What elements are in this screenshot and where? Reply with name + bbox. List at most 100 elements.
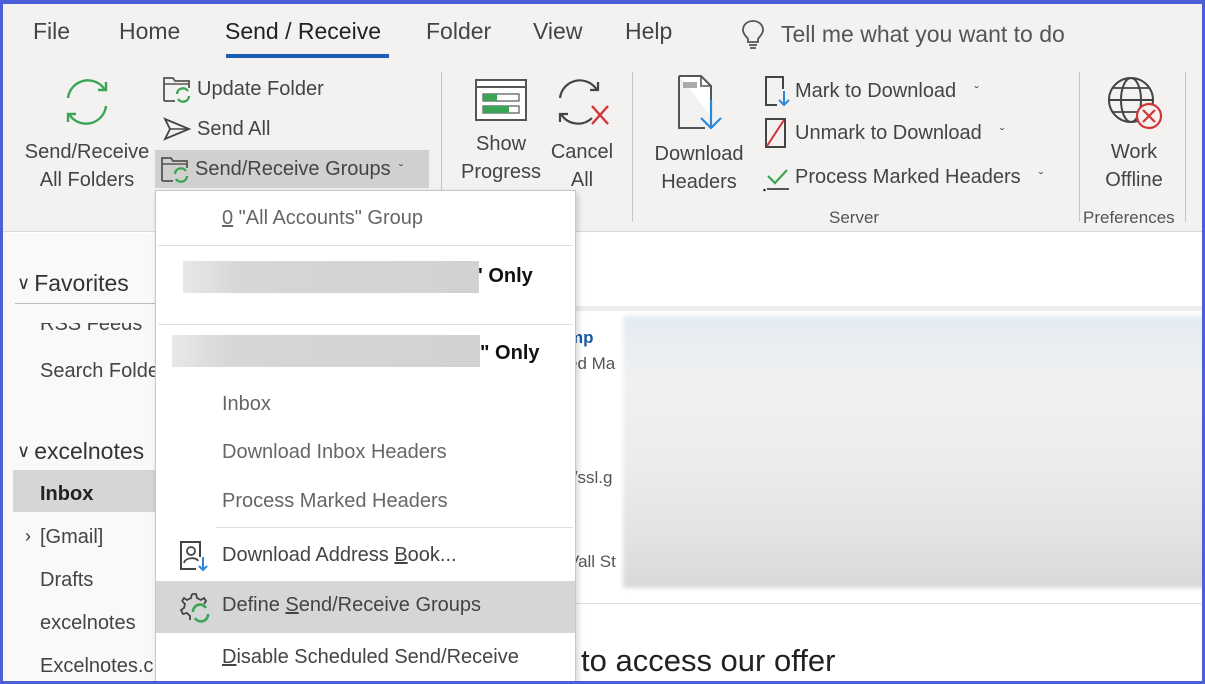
menu-item-define-send-receive-groups[interactable]: Define Send/Receive Groups (156, 581, 575, 633)
accelerator-key: S (285, 594, 299, 616)
account-label: excelnotes (34, 438, 145, 464)
process-marked-headers-button[interactable]: Process Marked Headers ˇ (759, 158, 1047, 196)
cancel-all-line1: Cancel (550, 141, 614, 163)
tab-send-receive[interactable]: Send / Receive (225, 18, 381, 45)
send-receive-all-line1: Send/Receive (24, 141, 150, 163)
tab-home[interactable]: Home (119, 18, 180, 45)
menu-item-account2-only[interactable]: " Only (156, 329, 575, 375)
globe-offline-icon (1108, 77, 1163, 130)
mark-to-download-label: Mark to Download (795, 79, 957, 102)
group-separator (1079, 72, 1080, 222)
show-progress-line1: Show (475, 133, 527, 155)
account-header[interactable]: ∨ excelnotes (17, 438, 144, 465)
ribbon-tab-bar: File Home Send / Receive Folder View Hel… (3, 4, 1202, 62)
tell-me-search[interactable]: Tell me what you want to do (739, 18, 1065, 50)
menu-item-account1-only[interactable]: ' Only (156, 253, 575, 323)
work-offline-line1: Work (1110, 141, 1158, 163)
menu-item-download-address-book[interactable]: Download Address Book... (156, 533, 575, 581)
label-part: isable Scheduled Send/Receive (236, 646, 519, 668)
show-progress-line2: Progress (460, 161, 542, 183)
favorites-label: Favorites (34, 270, 129, 296)
menu-item-all-accounts-group[interactable]: 0 "All Accounts" Group (156, 207, 575, 237)
download-headers-line2: Headers (661, 171, 737, 193)
send-receive-groups-label: Send/Receive Groups (195, 157, 391, 180)
update-folder-button[interactable]: Update Folder (157, 70, 328, 108)
message-list: mp ed Ma //ssl.g Vall St (568, 316, 623, 591)
nav-item-excelnotes-c[interactable]: Excelnotes.c (40, 655, 153, 678)
gear-sync-icon (179, 593, 210, 623)
chevron-down-icon[interactable]: ˇ (1039, 169, 1044, 185)
favorites-header[interactable]: ∨ Favorites (17, 270, 129, 297)
work-offline-button[interactable]: Work Offline (1089, 74, 1179, 194)
accelerator-key: D (222, 646, 237, 668)
menu-label: Define Send/Receive Groups (222, 594, 481, 617)
folder-sync-icon (161, 157, 189, 183)
update-folder-label: Update Folder (197, 77, 324, 100)
tab-file[interactable]: File (33, 18, 70, 45)
chevron-down-icon[interactable]: ˇ (1000, 125, 1005, 141)
menu-item-disable-scheduled[interactable]: Disable Scheduled Send/Receive (156, 633, 575, 681)
send-receive-all-line2: All Folders (39, 169, 135, 191)
menu-label: Download Address Book... (222, 544, 457, 567)
lightbulb-icon (742, 20, 764, 49)
nav-item-drafts[interactable]: Drafts (40, 569, 93, 592)
group-separator (632, 72, 633, 222)
reading-pane-text: to access our offer (581, 643, 836, 678)
message-subject-fragment[interactable]: ed Ma (568, 354, 623, 374)
cancel-sync-icon (558, 79, 609, 125)
download-headers-icon (678, 75, 722, 130)
mark-to-download-button[interactable]: Mark to Download ˇ (759, 72, 983, 110)
send-receive-all-folders-button[interactable]: Send/Receive All Folders (17, 74, 157, 194)
label-part: end/Receive Groups (298, 594, 482, 616)
menu-item-download-inbox-headers[interactable]: Download Inbox Headers (156, 441, 575, 471)
message-preview-fragment[interactable]: //ssl.g (568, 468, 623, 488)
menu-separator (158, 245, 573, 246)
menu-separator (158, 324, 573, 325)
progress-window-icon (475, 79, 527, 121)
nav-item-search-folders[interactable]: Search Folders (40, 360, 157, 383)
work-offline-line2: Offline (1105, 169, 1163, 191)
folder-pane: ∨ Favorites RSS Feeds Search Folders ∨ e… (3, 233, 158, 681)
message-sender-fragment[interactable]: mp (568, 328, 623, 348)
tell-me-text: Tell me what you want to do (781, 20, 1065, 47)
unmark-download-icon (765, 118, 786, 148)
menu-label: Inbox (222, 393, 271, 415)
tab-view[interactable]: View (533, 18, 582, 45)
menu-label: ' Only (478, 265, 533, 287)
unmark-to-download-button[interactable]: Unmark to Download ˇ (759, 114, 1008, 152)
menu-label: Disable Scheduled Send/Receive (222, 646, 519, 669)
divider (568, 603, 1202, 604)
download-headers-line1: Download (654, 143, 744, 165)
send-all-label: Send All (197, 117, 271, 140)
chevron-down-icon: ∨ (17, 441, 31, 461)
send-receive-groups-button[interactable]: Send/Receive Groups ˇ (155, 150, 429, 188)
message-sender-fragment[interactable]: Vall St (568, 552, 623, 572)
chevron-right-icon[interactable]: › (25, 526, 31, 547)
active-tab-indicator (226, 54, 389, 58)
address-book-download-icon (180, 541, 208, 572)
send-all-button[interactable]: Send All (157, 110, 274, 148)
nav-item-excelnotes[interactable]: excelnotes (40, 612, 136, 635)
show-progress-button[interactable]: Show Progress (455, 78, 547, 186)
cancel-all-button[interactable]: Cancel All (543, 74, 621, 194)
menu-item-inbox[interactable]: Inbox (156, 393, 575, 423)
menu-label: "All Accounts" Group (233, 207, 423, 229)
unmark-to-download-label: Unmark to Download (795, 121, 982, 144)
chevron-down-icon[interactable]: ˇ (974, 83, 979, 99)
menu-separator (216, 527, 573, 528)
download-headers-button[interactable]: Download Headers (643, 74, 755, 196)
accelerator-key: 0 (222, 207, 234, 229)
nav-item-inbox[interactable]: Inbox (40, 483, 93, 506)
divider (15, 303, 155, 304)
accelerator-key: B (394, 544, 408, 566)
process-check-icon (763, 169, 789, 192)
redacted-account-name (183, 261, 479, 293)
nav-item-gmail[interactable]: [Gmail] (40, 526, 103, 549)
process-marked-headers-label: Process Marked Headers (795, 165, 1021, 188)
label-part: Download Address (222, 544, 395, 566)
redacted-message-area (623, 316, 1202, 588)
tab-help[interactable]: Help (625, 18, 672, 45)
nav-item-rss-feeds[interactable]: RSS Feeds (40, 323, 142, 336)
menu-item-process-marked-headers[interactable]: Process Marked Headers (156, 490, 575, 520)
tab-folder[interactable]: Folder (426, 18, 491, 45)
